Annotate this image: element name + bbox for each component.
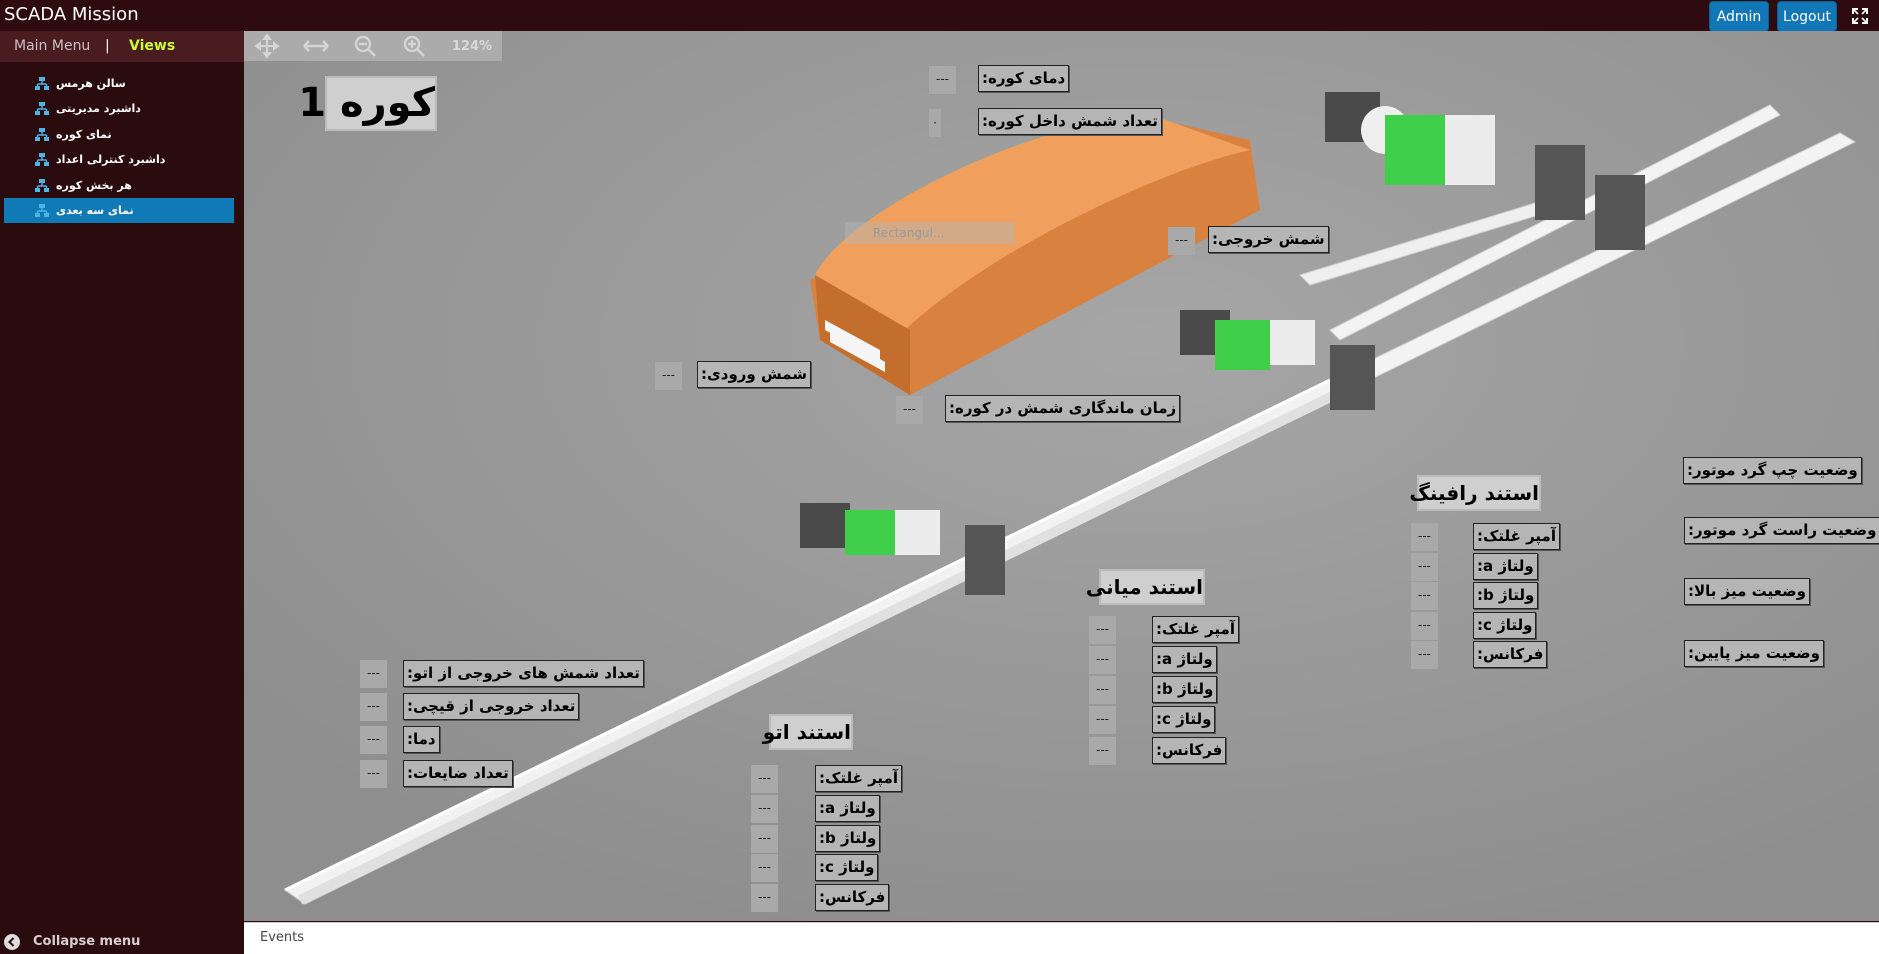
auto-stand-value: ---: [751, 884, 778, 912]
zoom-out-button[interactable]: [344, 33, 386, 59]
middle-stand-value: ---: [1089, 706, 1116, 734]
collapse-menu-button[interactable]: Collapse menu: [0, 929, 244, 954]
middle-stand-label: فرکانس:: [1152, 737, 1227, 764]
auto-stand-title: استند اتو: [763, 714, 853, 750]
move-icon: [254, 33, 280, 59]
status-label: وضعیت چپ گرد موتور:: [1683, 457, 1862, 484]
middle-stand-value: ---: [1089, 737, 1116, 765]
zoom-level: 124%: [451, 38, 493, 54]
output-stat-label: تعداد شمش های خروجی از اتو:: [403, 660, 644, 687]
output-stat-label: تعداد خروجی از قیچی:: [403, 693, 580, 720]
auto-stand-value: ---: [751, 795, 778, 823]
raffing-stand-value: ---: [1411, 641, 1438, 669]
ingot-in-label: شمش ورودی:: [697, 361, 811, 388]
middle-stand-label: ولتاژ b:: [1152, 676, 1218, 703]
output-stat-value: ---: [360, 760, 387, 788]
zoom-in-icon: [403, 35, 425, 57]
furnace-title: کوره 1: [298, 76, 437, 131]
raffing-stand-label: ولتاژ a:: [1473, 553, 1538, 580]
furnace-temp-label: دمای کوره:: [978, 65, 1070, 92]
auto-stand-label: ولتاژ a:: [815, 795, 880, 822]
auto-stand-value: ---: [751, 825, 778, 853]
events-label: Events: [260, 930, 305, 945]
chevron-left-circle-icon: [4, 933, 20, 950]
arrows-horizontal-icon: [303, 40, 329, 52]
zoom-in-button[interactable]: [393, 33, 435, 59]
pan-button[interactable]: [246, 33, 288, 59]
fit-width-button[interactable]: [295, 33, 337, 59]
ingot-in-value: ---: [655, 362, 682, 390]
output-stat-label: دما:: [403, 726, 440, 753]
ingot-out-value: ---: [1168, 227, 1195, 255]
ingots-inside-label: تعداد شمش داخل کوره:: [978, 108, 1162, 135]
dwell-time-label: زمان ماندگاری شمش در کوره:: [945, 395, 1181, 422]
output-stat-value: ---: [360, 693, 387, 721]
raffing-stand-label: فرکانس:: [1473, 641, 1548, 668]
middle-stand-value: ---: [1089, 676, 1116, 704]
ghost-rectangle-label: Rectangul...: [845, 222, 1015, 244]
output-stat-label: تعداد ضایعات:: [403, 760, 513, 787]
raffing-stand-label: ولتاژ c:: [1473, 612, 1537, 639]
raffing-stand-label: ولتاژ b:: [1473, 582, 1539, 609]
output-stat-value: ---: [360, 726, 387, 754]
middle-stand-title: استند میانی: [1086, 569, 1205, 605]
raffing-stand-value: ---: [1411, 612, 1438, 640]
raffing-stand-label: آمپر غلتک:: [1473, 523, 1560, 550]
auto-stand-label: فرکانس:: [815, 884, 890, 911]
auto-stand-value: ---: [751, 854, 778, 882]
ingots-inside-value: ۰: [929, 109, 941, 137]
raffing-stand-title: استند رافینگ: [1409, 475, 1541, 511]
auto-stand-value: ---: [751, 765, 778, 793]
status-label: وضعیت میز پایین:: [1684, 640, 1824, 667]
dwell-time-value: ---: [896, 396, 923, 424]
furnace-temp-value: ---: [929, 66, 956, 94]
middle-stand-value: ---: [1089, 616, 1116, 644]
status-label: وضعیت میز بالا:: [1684, 578, 1810, 605]
raffing-stand-value: ---: [1411, 523, 1438, 551]
zoom-out-icon: [354, 35, 376, 57]
ingot-out-label: شمش خروجی:: [1208, 226, 1329, 253]
raffing-stand-value: ---: [1411, 553, 1438, 581]
middle-stand-label: آمپر غلتک:: [1152, 616, 1239, 643]
collapse-menu-label: Collapse menu: [33, 934, 141, 949]
status-label: وضعیت راست گرد موتور:: [1684, 517, 1879, 544]
events-bar[interactable]: [244, 922, 1879, 954]
middle-stand-label: ولتاژ a:: [1152, 646, 1217, 673]
output-stat-value: ---: [360, 660, 387, 688]
middle-stand-label: ولتاژ c:: [1152, 706, 1216, 733]
middle-stand-value: ---: [1089, 646, 1116, 674]
auto-stand-label: ولتاژ b:: [815, 825, 881, 852]
auto-stand-label: آمپر غلتک:: [815, 765, 902, 792]
raffing-stand-value: ---: [1411, 582, 1438, 610]
auto-stand-label: ولتاژ c:: [815, 854, 879, 881]
plant-3d-scene: [244, 31, 1879, 921]
